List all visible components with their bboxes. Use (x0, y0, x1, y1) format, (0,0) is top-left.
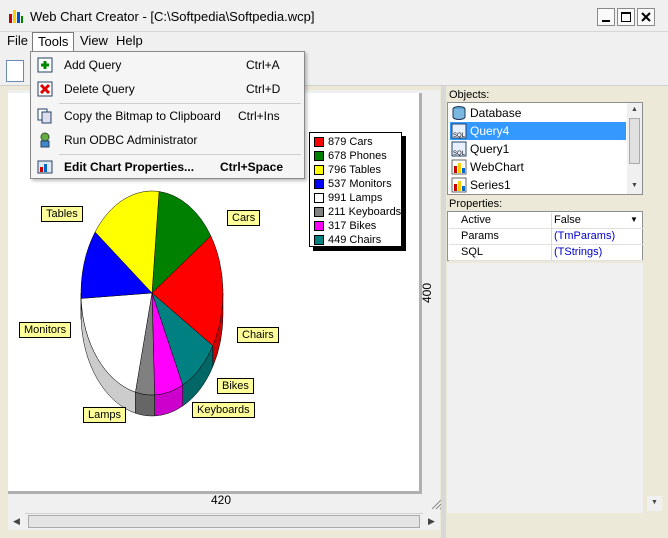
chart-legend: 879 Cars 678 Phones 796 Tables 537 Monit… (309, 132, 402, 247)
minimize-icon (602, 20, 610, 22)
chart-properties-icon (37, 160, 53, 174)
callout-chairs: Chairs (237, 327, 279, 343)
scrollbar-thumb[interactable] (28, 515, 420, 528)
maximize-icon (621, 12, 631, 22)
legend-swatch (314, 137, 324, 147)
pie-depth-keyboards (135, 391, 155, 417)
properties-empty-area (447, 263, 643, 513)
object-item-database[interactable]: Database (450, 104, 626, 122)
objects-list[interactable]: Database SQL Query4 SQL Query1 WebChart … (447, 102, 643, 195)
canvas-height-label: 400 (420, 282, 435, 304)
scroll-left-icon[interactable]: ◀ (8, 513, 25, 530)
close-button[interactable] (637, 8, 655, 26)
legend-swatch (314, 235, 324, 245)
property-row-sql[interactable]: SQL (TStrings) (449, 245, 643, 261)
menu-help[interactable]: Help (111, 32, 148, 52)
objects-label: Objects: (449, 89, 490, 101)
minimize-button[interactable] (597, 8, 615, 26)
new-document-icon[interactable] (6, 60, 24, 82)
callout-monitors: Monitors (19, 322, 72, 338)
legend-swatch (314, 207, 324, 217)
property-row-active[interactable]: Active False (449, 213, 643, 229)
object-item-query4[interactable]: SQL Query4 (450, 122, 626, 140)
menu-delete-query[interactable]: Delete Query Ctrl+D (32, 77, 303, 101)
legend-swatch (314, 179, 324, 189)
odbc-icon (40, 132, 50, 148)
sql-query-icon: SQL (451, 141, 467, 157)
menu-view[interactable]: View (75, 32, 113, 52)
canvas-width-label: 420 (211, 493, 232, 507)
properties-grid: Active False Params (TmParams) SQL (TStr… (447, 211, 643, 261)
add-query-icon (37, 57, 53, 73)
properties-label: Properties: (449, 198, 503, 210)
pie-slices (80, 190, 224, 396)
menu-tools[interactable]: Tools (32, 32, 75, 52)
scroll-down-icon[interactable]: ▼ (627, 179, 642, 194)
close-icon (641, 12, 651, 22)
callout-tables: Tables (41, 206, 83, 222)
pie-chart (80, 190, 224, 417)
svg-text:SQL: SQL (453, 133, 466, 139)
object-item-series1[interactable]: Series1 (450, 176, 626, 194)
panel-splitter[interactable] (441, 86, 446, 538)
property-row-params[interactable]: Params (TmParams) (449, 229, 643, 245)
chart-icon (451, 177, 467, 193)
legend-swatch (314, 151, 324, 161)
menu-bar: File Tools View Help (0, 32, 668, 52)
callout-keyboards: Keyboards (192, 402, 255, 418)
svg-text:SQL: SQL (453, 151, 466, 157)
database-icon (452, 106, 466, 120)
app-chart-icon (9, 10, 23, 23)
object-item-webchart[interactable]: WebChart (450, 158, 626, 176)
maximize-button[interactable] (617, 8, 635, 26)
window-resize-grip[interactable] (651, 497, 663, 509)
window-title: Web Chart Creator - [C:\Softpedia\Softpe… (30, 9, 315, 24)
menu-odbc-admin[interactable]: Run ODBC Administrator (32, 128, 303, 152)
legend-swatch (314, 221, 324, 231)
tools-menu: Add Query Ctrl+A Delete Query Ctrl+D Cop… (30, 51, 305, 179)
copy-bitmap-icon (37, 108, 52, 124)
menu-add-query[interactable]: Add Query Ctrl+A (32, 53, 303, 77)
objects-scrollbar-thumb[interactable] (629, 118, 640, 164)
menu-edit-chart-properties[interactable]: Edit Chart Properties... Ctrl+Space (32, 155, 303, 179)
property-value[interactable]: (TmParams) (551, 229, 643, 244)
callout-bikes: Bikes (217, 378, 254, 394)
delete-query-icon (37, 81, 53, 97)
legend-swatch (314, 165, 324, 175)
sql-query-icon: SQL (451, 123, 467, 139)
callout-cars: Cars (227, 210, 261, 226)
menu-copy-bitmap[interactable]: Copy the Bitmap to Clipboard Ctrl+Ins (32, 104, 303, 128)
object-item-query1[interactable]: SQL Query1 (450, 140, 626, 158)
legend-swatch (314, 193, 324, 203)
scroll-right-icon[interactable]: ▶ (423, 513, 440, 530)
scroll-up-icon[interactable]: ▲ (627, 103, 642, 118)
callout-lamps: Lamps (83, 407, 127, 423)
chevron-down-icon[interactable]: ▼ (627, 213, 641, 227)
property-value[interactable]: (TStrings) (551, 245, 643, 260)
chart-icon (451, 159, 467, 175)
menu-file[interactable]: File (2, 32, 33, 52)
